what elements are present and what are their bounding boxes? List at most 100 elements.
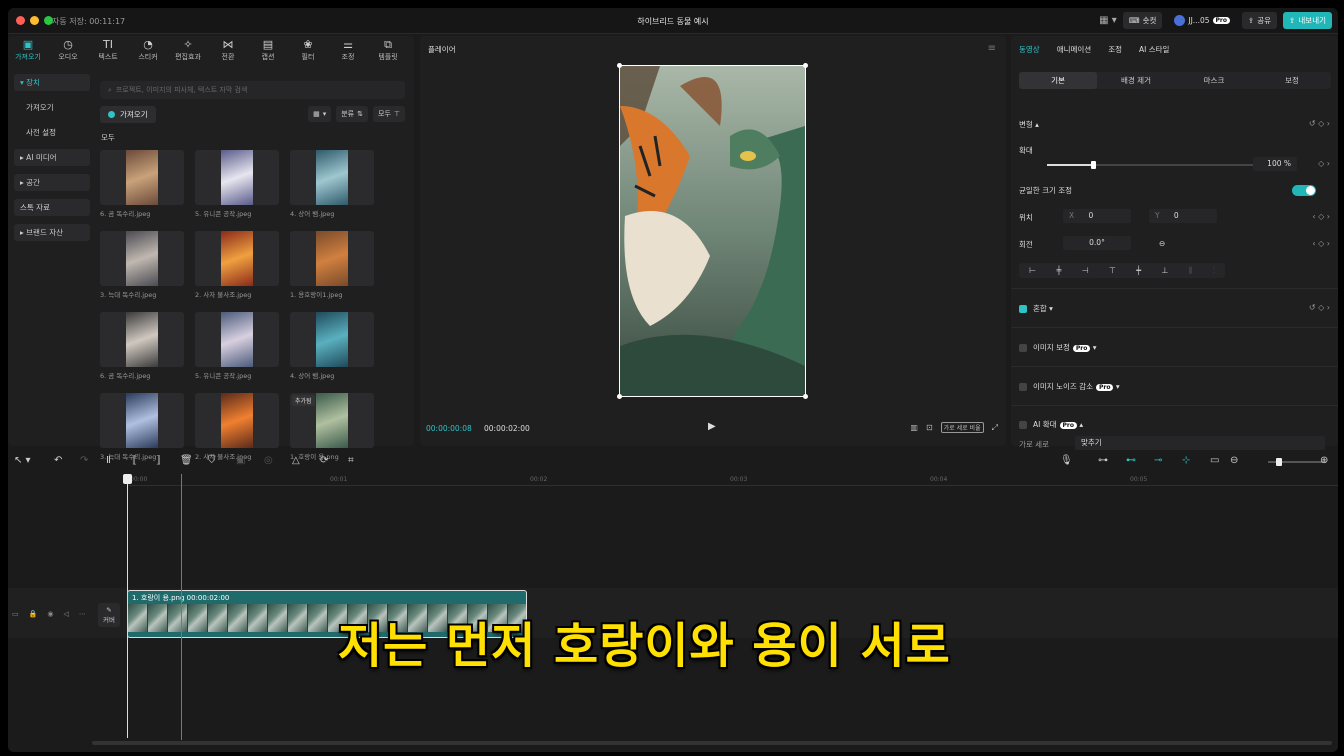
tool-tab-4[interactable]: ✧ 편집효과 xyxy=(168,36,208,70)
view-mode-button[interactable]: ▦ ▾ xyxy=(308,106,332,122)
media-thumbnail[interactable] xyxy=(290,150,374,205)
media-item[interactable]: 6. 곰 독수리.jpeg xyxy=(100,312,184,380)
play-button[interactable]: ▶ xyxy=(708,421,716,432)
rotation-dial-icon[interactable]: ⊖ xyxy=(1159,239,1165,248)
mirror-icon[interactable]: △ xyxy=(292,455,300,466)
microphone-icon[interactable]: 🎙 xyxy=(1060,455,1073,466)
tool-tab-0[interactable]: ▣ 가져오기 xyxy=(8,36,48,70)
resize-handle-tl[interactable] xyxy=(617,63,622,68)
media-item[interactable]: 2. 사자 불사조.jpeg xyxy=(195,393,279,461)
speed-icon[interactable]: ◎ xyxy=(264,455,273,466)
preview-canvas[interactable] xyxy=(617,63,808,399)
media-thumbnail[interactable] xyxy=(100,312,184,367)
filter-button[interactable]: 모두 ⊤ xyxy=(373,106,405,122)
link-icon[interactable]: ⊶ xyxy=(1098,455,1108,466)
blend-label[interactable]: 혼합 ▾ xyxy=(1033,304,1053,313)
screenshot-icon[interactable]: ⊡ xyxy=(926,423,933,432)
resize-handle-bl[interactable] xyxy=(617,394,622,399)
position-keyframe-icon[interactable]: ‹ ◇ › xyxy=(1312,212,1330,221)
zoom-out-icon[interactable]: ⊖ xyxy=(1230,455,1238,466)
scale-slider[interactable] xyxy=(1047,161,1269,169)
media-item[interactable]: 5. 유니콘 공작.jpeg xyxy=(195,312,279,380)
preview-axis-icon[interactable]: ⊹ xyxy=(1182,455,1190,466)
audio-icon[interactable]: ◁ xyxy=(63,610,68,618)
blend-keyframe-icon[interactable]: ↺ ◇ › xyxy=(1309,303,1330,312)
tool-tab-7[interactable]: ❀ 필터 xyxy=(288,36,328,70)
layout-icon[interactable]: ▦ ▾ xyxy=(1099,15,1117,26)
crop-icon[interactable]: ⌗ xyxy=(348,455,354,466)
lock-icon[interactable]: 🔒 xyxy=(29,610,38,618)
media-item[interactable]: 5. 유니콘 공작.jpeg xyxy=(195,150,279,218)
media-thumbnail[interactable] xyxy=(100,231,184,286)
media-thumbnail[interactable] xyxy=(290,231,374,286)
align-right-icon[interactable]: ⊣ xyxy=(1082,266,1089,275)
nav-brand-assets[interactable]: ▸ 브랜드 자산 xyxy=(14,224,90,241)
aspect-ratio-button[interactable]: 가로 세로 비율 xyxy=(940,422,984,433)
fit-icon[interactable]: ▥ xyxy=(910,423,918,432)
subtab-remove-bg[interactable]: 배경 제거 xyxy=(1097,72,1175,89)
shortcuts-button[interactable]: ⌨ 숏컷 xyxy=(1122,12,1163,29)
media-item[interactable]: 4. 상어 뱀.jpeg xyxy=(290,150,374,218)
rotation-field[interactable]: 0.0° xyxy=(1063,236,1131,250)
aspect-dropdown[interactable]: 맞추기 xyxy=(1075,436,1325,450)
nav-import[interactable]: 가져오기 xyxy=(14,99,90,116)
tool-tab-6[interactable]: ▤ 캡션 xyxy=(248,36,288,70)
split-left-icon[interactable]: ⟦ xyxy=(132,455,137,466)
fullscreen-icon[interactable]: ⤢ xyxy=(992,423,998,433)
media-item[interactable]: 3. 늑대 독수리.jpeg xyxy=(100,231,184,299)
image-correction-checkbox[interactable] xyxy=(1019,344,1027,352)
tab-animation[interactable]: 애니메이션 xyxy=(1057,44,1092,55)
position-y-field[interactable]: Y 0 xyxy=(1149,209,1217,223)
split-icon[interactable]: Ⅱ xyxy=(106,455,111,466)
blend-checkbox[interactable] xyxy=(1019,305,1027,313)
transform-label[interactable]: 변형 ▴ xyxy=(1019,120,1039,129)
reset-keyframe-icon[interactable]: ↺ ◇ › xyxy=(1309,119,1330,128)
redo-icon[interactable]: ↷ xyxy=(80,455,88,466)
align-bottom-icon[interactable]: ⊥ xyxy=(1161,266,1168,275)
nav-device[interactable]: ▾ 장치 xyxy=(14,74,90,91)
snap-icon[interactable]: ⊸ xyxy=(1154,455,1162,466)
align-top-icon[interactable]: ⊤ xyxy=(1109,266,1116,275)
rotate-icon[interactable]: ⟳ xyxy=(320,455,328,466)
media-item[interactable]: 1. 용호랑이1.jpeg xyxy=(290,231,374,299)
nav-presets[interactable]: 사전 설정 xyxy=(14,124,90,141)
distribute-h-icon[interactable]: ⫼ xyxy=(1189,266,1193,276)
timeline-ruler[interactable]: 00:00 00:01 00:02 00:03 00:04 00:05 xyxy=(128,474,1338,486)
playhead[interactable] xyxy=(123,474,132,738)
media-thumbnail[interactable] xyxy=(100,150,184,205)
track-thumbnail-icon[interactable]: ▭ xyxy=(12,610,19,618)
media-item[interactable]: 4. 상어 뱀.jpeg xyxy=(290,312,374,380)
nav-space[interactable]: ▸ 공간 xyxy=(14,174,90,191)
tool-tab-3[interactable]: ◔ 스티커 xyxy=(128,36,168,70)
media-search-input[interactable]: ⌕ 프로젝트, 이미지의 피사체, 텍스트 자막 검색 xyxy=(100,81,405,99)
resize-handle-br[interactable] xyxy=(803,394,808,399)
media-thumbnail[interactable] xyxy=(195,150,279,205)
import-button[interactable]: 가져오기 xyxy=(100,106,156,123)
rotation-keyframe-icon[interactable]: ‹ ◇ › xyxy=(1312,239,1330,248)
nav-stock[interactable]: 스톡 자료 xyxy=(14,199,90,216)
ai-upscale-checkbox[interactable] xyxy=(1019,421,1027,429)
nav-ai-media[interactable]: ▸ AI 미디어 xyxy=(14,149,90,166)
marker-icon[interactable]: ⛉ xyxy=(208,455,216,466)
media-thumbnail[interactable] xyxy=(195,231,279,286)
align-center-v-icon[interactable]: ┿ xyxy=(1136,266,1141,275)
subtab-correction[interactable]: 보정 xyxy=(1253,72,1331,89)
eye-icon[interactable]: ◉ xyxy=(47,610,53,618)
align-left-icon[interactable]: ⊢ xyxy=(1029,266,1036,275)
media-item[interactable]: 6. 곰 독수리.jpeg xyxy=(100,150,184,218)
tab-video[interactable]: 동영상 xyxy=(1019,44,1040,55)
subtab-basic[interactable]: 기본 xyxy=(1019,72,1097,89)
undo-icon[interactable]: ↶ xyxy=(54,455,62,466)
uniform-scale-toggle[interactable] xyxy=(1292,185,1316,196)
tool-tab-9[interactable]: ⧉ 템플릿 xyxy=(368,36,408,70)
subtab-mask[interactable]: 마스크 xyxy=(1175,72,1253,89)
distribute-v-icon[interactable]: ⫶ xyxy=(1213,266,1215,276)
tool-tab-5[interactable]: ⋈ 전환 xyxy=(208,36,248,70)
media-item[interactable]: 2. 사자 불사조.jpeg xyxy=(195,231,279,299)
tool-tab-8[interactable]: ⚌ 조정 xyxy=(328,36,368,70)
media-item[interactable]: 3. 늑대 독수리.jpeg xyxy=(100,393,184,461)
tool-tab-2[interactable]: TI 텍스트 xyxy=(88,36,128,70)
zoom-in-icon[interactable]: ⊕ xyxy=(1320,455,1328,466)
caption-icon[interactable]: ▭ xyxy=(1210,455,1219,466)
delete-icon[interactable]: 🗑 xyxy=(180,455,193,466)
